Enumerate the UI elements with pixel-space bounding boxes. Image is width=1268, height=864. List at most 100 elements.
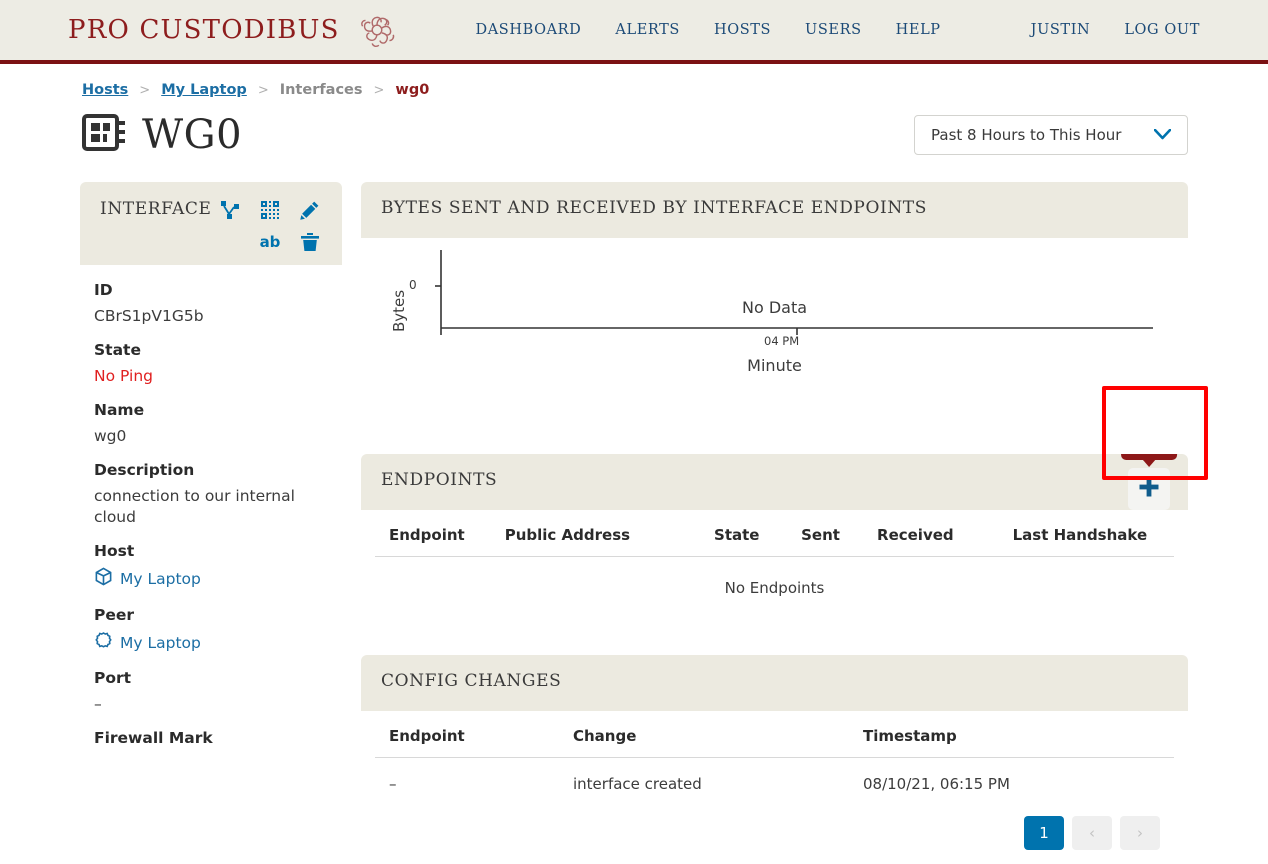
add-endpoint-wrapper: Add xyxy=(1121,454,1177,510)
breadcrumb-item-hosts[interactable]: Hosts xyxy=(82,82,128,98)
qr-code-icon[interactable] xyxy=(260,200,280,220)
cube-icon xyxy=(94,567,113,592)
column-timestamp: Timestamp xyxy=(855,711,1174,758)
endpoints-panel-title: ENDPOINTS xyxy=(381,470,498,490)
chevron-right-icon: › xyxy=(1137,824,1143,842)
brand-logo[interactable]: PRO CUSTODIBUS xyxy=(68,7,400,53)
page-title-row: WG0 Past 8 Hours to This Hour xyxy=(0,98,1268,158)
field-value-state: No Ping xyxy=(94,366,153,385)
endpoints-panel: ENDPOINTS Add xyxy=(361,454,1188,639)
field-label-state: State xyxy=(94,340,141,359)
medusa-emblem-icon xyxy=(354,7,400,53)
bytes-chart-panel: BYTES SENT AND RECEIVED BY INTERFACE END… xyxy=(361,182,1188,438)
network-share-icon[interactable] xyxy=(220,200,240,220)
chart-x-tick-04pm: 04 PM xyxy=(764,334,800,348)
page-content: INTERFACE ab ID CBrS1pV1G5b State No Pin… xyxy=(0,158,1268,864)
edit-pencil-icon[interactable] xyxy=(300,200,320,220)
field-value-peer-label: My Laptop xyxy=(120,633,201,652)
column-last-handshake: Last Handshake xyxy=(972,510,1174,557)
pagination-next-button[interactable]: › xyxy=(1120,816,1160,850)
cell-change: interface created xyxy=(573,775,702,793)
column-change: Change xyxy=(565,711,855,758)
table-row: – interface created 08/10/21, 06:15 PM xyxy=(375,758,1174,811)
plus-icon xyxy=(1138,476,1160,503)
field-label-name: Name xyxy=(94,400,145,419)
config-changes-table-wrap: Endpoint Change Timestamp – interface cr… xyxy=(361,711,1188,864)
interface-panel-title: INTERFACE xyxy=(100,199,212,219)
breadcrumb-separator: > xyxy=(139,82,151,98)
trash-icon[interactable] xyxy=(300,232,320,252)
brand-name: PRO CUSTODIBUS xyxy=(68,15,340,45)
breadcrumb-separator: > xyxy=(257,82,269,98)
main-navigation: DASHBOARD ALERTS HOSTS USERS HELP JUSTIN… xyxy=(476,22,1201,38)
pagination-page-1[interactable]: 1 xyxy=(1024,816,1064,850)
field-label-firewall-mark: Firewall Mark xyxy=(94,729,213,748)
interface-action-icons: ab xyxy=(216,197,324,255)
config-changes-panel: CONFIG CHANGES Endpoint Change Timestamp… xyxy=(361,655,1188,864)
field-value-host[interactable]: My Laptop xyxy=(94,567,328,592)
table-empty-row: No Endpoints xyxy=(375,557,1174,626)
column-sent: Sent xyxy=(779,510,856,557)
time-range-value: Past 8 Hours to This Hour xyxy=(931,126,1122,144)
field-label-host: Host xyxy=(94,541,135,560)
top-header-bar: PRO CUSTODIBUS DASHBOARD ALERTS HOSTS US… xyxy=(0,0,1268,64)
nav-link-alerts[interactable]: ALERTS xyxy=(615,22,680,38)
breadcrumb-item-interfaces[interactable]: Interfaces xyxy=(280,82,363,98)
column-state: State xyxy=(654,510,780,557)
endpoints-empty-message: No Endpoints xyxy=(724,579,825,597)
main-column: BYTES SENT AND RECEIVED BY INTERFACE END… xyxy=(361,182,1188,864)
field-label-peer: Peer xyxy=(94,605,135,624)
breadcrumb-item-my-laptop[interactable]: My Laptop xyxy=(161,82,247,98)
nav-link-log-out[interactable]: LOG OUT xyxy=(1124,22,1200,38)
cell-endpoint: – xyxy=(389,775,397,793)
interface-panel: INTERFACE ab ID CBrS1pV1G5b State No Pin… xyxy=(80,182,342,758)
nav-link-hosts[interactable]: HOSTS xyxy=(714,22,771,38)
bytes-chart-body: Bytes 0 04 PM Minute No Data xyxy=(361,238,1188,438)
cell-timestamp: 08/10/21, 06:15 PM xyxy=(863,775,1010,793)
nav-link-help[interactable]: HELP xyxy=(896,22,941,38)
column-received: Received xyxy=(855,510,973,557)
cog-icon xyxy=(94,631,113,656)
ab-text-icon[interactable]: ab xyxy=(260,234,281,250)
add-endpoint-button[interactable] xyxy=(1128,468,1170,510)
chart-y-tick-0: 0 xyxy=(409,278,417,292)
column-endpoint: Endpoint xyxy=(375,711,565,758)
interface-chip-icon xyxy=(82,112,128,158)
config-changes-title: CONFIG CHANGES xyxy=(381,671,562,691)
field-value-port: – xyxy=(94,695,102,714)
interface-fields: ID CBrS1pV1G5b State No Ping Name wg0 De… xyxy=(80,265,342,757)
pagination-prev-button[interactable]: ‹ xyxy=(1072,816,1112,850)
field-value-name: wg0 xyxy=(94,426,127,445)
table-header-row: Endpoint Change Timestamp xyxy=(375,711,1174,758)
field-value-id: CBrS1pV1G5b xyxy=(94,307,204,325)
nav-link-dashboard[interactable]: DASHBOARD xyxy=(476,22,582,38)
endpoints-table-wrap: Endpoint Public Address State Sent Recei… xyxy=(361,510,1188,639)
endpoints-panel-header: ENDPOINTS Add xyxy=(361,454,1188,510)
column-endpoint: Endpoint xyxy=(375,510,483,557)
add-endpoint-tooltip: Add xyxy=(1121,454,1177,467)
time-range-select[interactable]: Past 8 Hours to This Hour xyxy=(914,115,1188,155)
chart-x-axis-label: Minute xyxy=(747,356,802,375)
chevron-left-icon: ‹ xyxy=(1089,824,1095,842)
chevron-down-icon xyxy=(1153,128,1172,143)
field-value-description: connection to our internal cloud xyxy=(94,486,295,526)
field-label-description: Description xyxy=(94,460,195,479)
breadcrumb-separator: > xyxy=(373,82,385,98)
chart-no-data-message: No Data xyxy=(741,298,808,317)
interface-sidebar: INTERFACE ab ID CBrS1pV1G5b State No Pin… xyxy=(80,182,342,758)
table-header-row: Endpoint Public Address State Sent Recei… xyxy=(375,510,1174,557)
config-changes-table: Endpoint Change Timestamp – interface cr… xyxy=(375,711,1174,810)
breadcrumb-item-wg0: wg0 xyxy=(395,82,430,98)
nav-link-user-justin[interactable]: JUSTIN xyxy=(1031,22,1091,38)
page-title: WG0 xyxy=(142,112,243,158)
field-value-host-label: My Laptop xyxy=(120,569,201,588)
config-changes-header: CONFIG CHANGES xyxy=(361,655,1188,711)
interface-panel-header: INTERFACE ab xyxy=(80,182,342,265)
pagination: 1 ‹ › xyxy=(375,810,1174,850)
field-value-peer[interactable]: My Laptop xyxy=(94,631,328,656)
bytes-chart-header: BYTES SENT AND RECEIVED BY INTERFACE END… xyxy=(361,182,1188,238)
nav-link-users[interactable]: USERS xyxy=(805,22,862,38)
endpoints-table: Endpoint Public Address State Sent Recei… xyxy=(375,510,1174,625)
column-public-address: Public Address xyxy=(482,510,655,557)
breadcrumb: Hosts > My Laptop > Interfaces > wg0 xyxy=(0,64,1268,98)
